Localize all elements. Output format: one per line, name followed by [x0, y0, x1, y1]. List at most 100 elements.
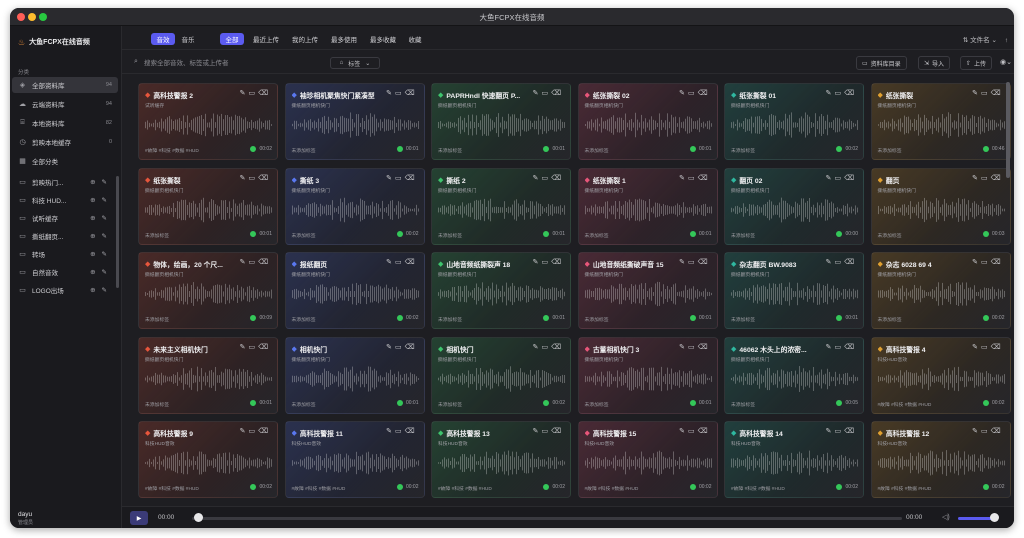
folder-actions[interactable]: ⊕✎: [90, 214, 113, 222]
waveform[interactable]: [291, 279, 420, 309]
trash-icon[interactable]: ⌫: [258, 344, 271, 351]
edit-icon[interactable]: ✎: [386, 428, 395, 435]
card-duration[interactable]: 00:02: [543, 399, 565, 406]
waveform[interactable]: [145, 448, 273, 478]
trash-icon[interactable]: ⌫: [844, 259, 857, 266]
folder-icon[interactable]: ▭: [688, 344, 698, 351]
folder-icon[interactable]: ▭: [395, 90, 405, 97]
sound-card[interactable]: ◆ 高科技警报 15 ✎▭⌫ 科技HUD音效 #故障 #科技 #数据 #HUD 00:02: [577, 421, 718, 498]
trash-icon[interactable]: ⌫: [258, 259, 271, 266]
trash-icon[interactable]: ⌫: [551, 428, 564, 435]
sound-card[interactable]: ◆ 46062 木头上的浓密... ✎▭⌫ 撕纸翻页相机快门 未添加标签 00:05: [724, 336, 864, 414]
trash-icon[interactable]: ⌫: [844, 175, 857, 182]
edit-icon[interactable]: ✎: [102, 251, 113, 258]
trash-icon[interactable]: ⌫: [258, 90, 271, 97]
folder-icon[interactable]: ▭: [248, 175, 258, 182]
sidebar-item-1[interactable]: ☁ 云端资料库 94: [12, 96, 118, 112]
volume-knob[interactable]: [990, 513, 999, 522]
edit-icon[interactable]: ✎: [102, 179, 113, 186]
folder-icon[interactable]: ▭: [248, 259, 258, 266]
sound-card[interactable]: ◆ 高科技警报 13 ✎▭⌫ 科技HUD音效 #故障 #科技 #数据 #HUD 00:02: [431, 421, 571, 498]
waveform[interactable]: [291, 110, 420, 140]
sidebar-item-2[interactable]: ⌸ 本地资料库 82: [12, 115, 118, 131]
sort-control[interactable]: ⇅ 文件名 ⌄ ↑: [963, 34, 1008, 44]
sound-card[interactable]: ◆ PAPRHndl 快速翻页 P... ✎▭⌫ 撕纸翻页相机快门 未添加标签 00:01: [431, 83, 571, 160]
folder-icon[interactable]: ▭: [395, 344, 405, 351]
edit-icon[interactable]: ✎: [102, 287, 113, 294]
waveform[interactable]: [731, 364, 859, 394]
folder-icon[interactable]: ▭: [688, 175, 698, 182]
sidebar-item-3[interactable]: ◷ 剪映本地缓存 0: [12, 134, 118, 150]
waveform[interactable]: [877, 195, 1006, 225]
folder-icon[interactable]: ▭: [541, 344, 551, 351]
folder-actions[interactable]: ⊕✎: [90, 196, 113, 204]
card-duration[interactable]: 00:01: [689, 315, 712, 321]
waveform[interactable]: [584, 195, 713, 225]
folder-actions[interactable]: ⊕✎: [90, 178, 113, 186]
edit-icon[interactable]: ✎: [679, 259, 688, 266]
sound-card[interactable]: ◆ 撕纸 3 ✎▭⌫ 撕纸翻页相机快门 未添加标签 00:02: [284, 167, 425, 245]
sound-card[interactable]: ◆ 翻页 ✎▭⌫ 撕纸翻页相机快门 未添加标签 00:03: [870, 167, 1011, 245]
edit-icon[interactable]: ✎: [102, 197, 113, 204]
card-duration[interactable]: 00:01: [689, 146, 712, 152]
waveform[interactable]: [877, 279, 1006, 309]
sidebar-folder-1[interactable]: ▭ 科技 HUD... ⊕✎: [12, 192, 118, 208]
tab-music[interactable]: 音乐: [177, 33, 199, 45]
trash-icon[interactable]: ⌫: [844, 428, 857, 435]
waveform[interactable]: [877, 448, 1006, 478]
trash-icon[interactable]: ⌫: [258, 428, 271, 435]
card-duration[interactable]: 00:01: [396, 399, 419, 406]
folder-icon[interactable]: ▭: [248, 90, 258, 97]
edit-icon[interactable]: ✎: [102, 215, 113, 222]
waveform[interactable]: [438, 279, 566, 309]
trash-icon[interactable]: ⌫: [551, 90, 564, 97]
card-duration[interactable]: 00:02: [836, 484, 858, 490]
card-duration[interactable]: 00:02: [396, 315, 419, 321]
card-duration[interactable]: 00:05: [836, 399, 858, 406]
sound-card[interactable]: ◆ 高科技警报 14 ✎▭⌫ 科技HUD音效 #故障 #科技 #数据 #HUD 00:02: [724, 421, 864, 498]
folder-actions[interactable]: ⊕✎: [90, 286, 113, 294]
card-duration[interactable]: 00:01: [396, 146, 419, 152]
edit-icon[interactable]: ✎: [386, 344, 395, 351]
filter-my-upload[interactable]: 我的上传: [287, 33, 323, 45]
folder-icon[interactable]: ▭: [541, 90, 551, 97]
tab-sound-effects[interactable]: 音效: [151, 33, 175, 45]
sidebar-folder-6[interactable]: ▭ LOGO出场 ⊕✎: [12, 282, 118, 298]
folder-icon[interactable]: ▭: [981, 259, 991, 266]
sound-card[interactable]: ◆ 杂志 6028 69 4 ✎▭⌫ 撕纸翻页相机快门 未添加标签 00:02: [870, 252, 1011, 329]
play-button[interactable]: ▶: [130, 511, 148, 525]
card-duration[interactable]: 00:46: [982, 146, 1005, 152]
download-icon[interactable]: ⊕: [90, 215, 101, 222]
sound-card[interactable]: ◆ 纸张撕裂 01 ✎▭⌫ 撕纸翻页相机快门 未添加标签 00:02: [724, 83, 864, 160]
trash-icon[interactable]: ⌫: [698, 344, 711, 351]
sound-card[interactable]: ◆ 未来主义相机快门 ✎▭⌫ 撕纸翻页相机快门 未添加标签 00:01: [138, 336, 278, 414]
waveform[interactable]: [584, 279, 713, 309]
folder-icon[interactable]: ▭: [834, 428, 844, 435]
trash-icon[interactable]: ⌫: [405, 428, 418, 435]
tag-filter-button[interactable]: ⌂ 标签 ⌄: [330, 57, 380, 69]
card-duration[interactable]: 00:02: [689, 484, 712, 490]
sound-card[interactable]: ◆ 纸张撕裂 02 ✎▭⌫ 撕纸翻页相机快门 未添加标签 00:01: [577, 83, 718, 160]
card-duration[interactable]: 00:02: [982, 399, 1005, 406]
folder-icon[interactable]: ▭: [541, 259, 551, 266]
folder-icon[interactable]: ▭: [834, 344, 844, 351]
folder-icon[interactable]: ▭: [834, 259, 844, 266]
sound-card[interactable]: ◆ 相机快门 ✎▭⌫ 撕纸翻页相机快门 未添加标签 00:02: [431, 336, 571, 414]
card-duration[interactable]: 00:02: [982, 315, 1005, 321]
waveform[interactable]: [731, 195, 859, 225]
trash-icon[interactable]: ⌫: [991, 428, 1004, 435]
folder-icon[interactable]: ▭: [395, 259, 405, 266]
trash-icon[interactable]: ⌫: [405, 175, 418, 182]
search-input[interactable]: [144, 57, 314, 69]
sound-card[interactable]: ◆ 高科技警报 2 ✎▭⌫ 试听缓存 #故障 #科技 #数据 #HUD 00:02: [138, 83, 278, 160]
trash-icon[interactable]: ⌫: [551, 175, 564, 182]
waveform[interactable]: [145, 110, 273, 140]
card-duration[interactable]: 00:02: [396, 484, 419, 490]
filter-recent-upload[interactable]: 最近上传: [248, 33, 284, 45]
edit-icon[interactable]: ✎: [972, 428, 981, 435]
folder-icon[interactable]: ▭: [834, 90, 844, 97]
folder-icon[interactable]: ▭: [981, 175, 991, 182]
card-duration[interactable]: 00:01: [543, 230, 565, 237]
account-icon[interactable]: ◉⌄: [1000, 58, 1012, 66]
trash-icon[interactable]: ⌫: [844, 344, 857, 351]
